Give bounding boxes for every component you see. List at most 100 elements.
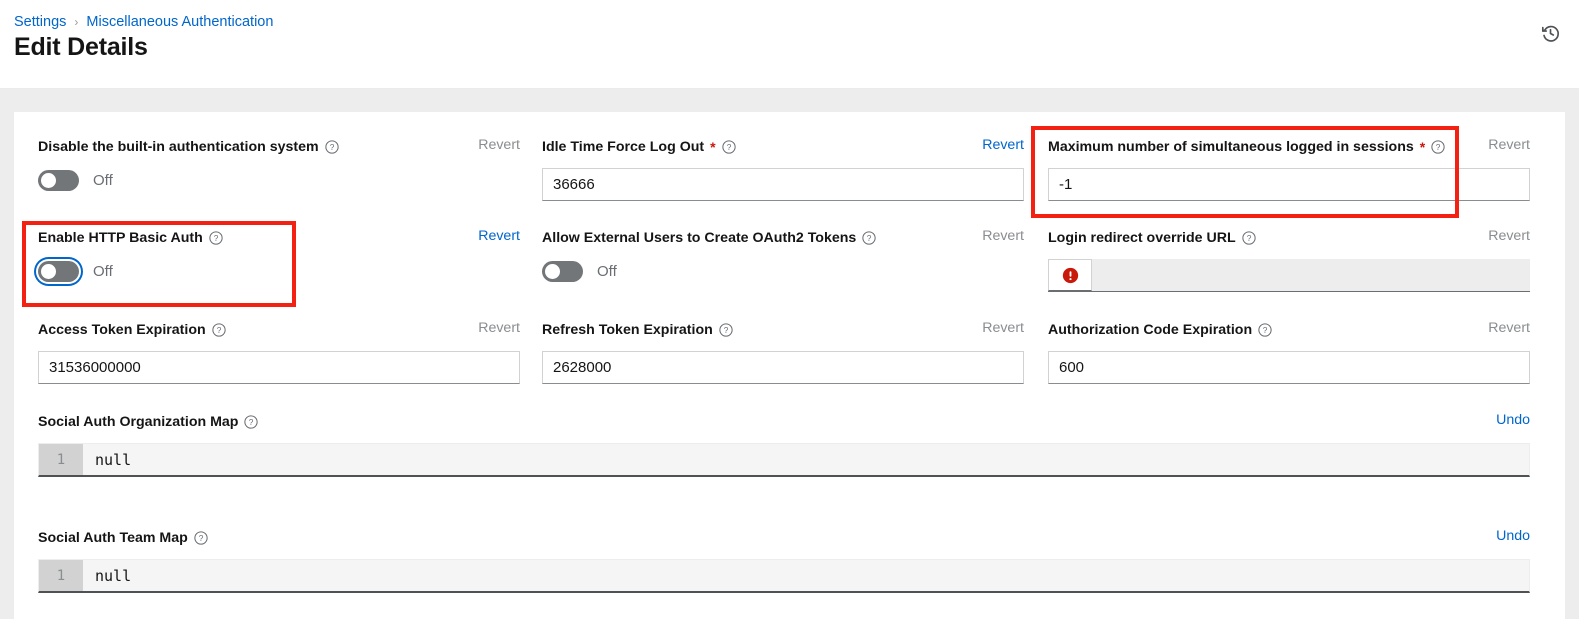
field-label: Allow External Users to Create OAuth2 To… bbox=[542, 229, 857, 246]
svg-text:?: ? bbox=[726, 142, 731, 152]
revert-link-max-simultaneous-sessions: Revert bbox=[1488, 137, 1530, 153]
error-exclamation-icon bbox=[1048, 259, 1092, 291]
field-header: Social Auth Organization Map ? bbox=[38, 412, 1530, 431]
field-label: Login redirect override URL bbox=[1048, 229, 1236, 246]
field-header: Social Auth Team Map ? bbox=[38, 528, 1530, 547]
history-icon[interactable] bbox=[1535, 18, 1565, 48]
svg-text:?: ? bbox=[213, 233, 218, 243]
field-social-auth-team-map: Social Auth Team Map ? Undo 1 null bbox=[38, 528, 1530, 593]
revert-link-login-redirect-override-url: Revert bbox=[1488, 228, 1530, 244]
input-max-simultaneous-sessions[interactable] bbox=[1048, 168, 1530, 201]
revert-link-allow-external-users-oauth2: Revert bbox=[982, 228, 1024, 244]
field-label: Authorization Code Expiration bbox=[1048, 321, 1253, 338]
field-header: Allow External Users to Create OAuth2 To… bbox=[542, 228, 1024, 247]
help-circle-icon[interactable]: ? bbox=[862, 230, 876, 245]
field-header: Authorization Code Expiration ? bbox=[1048, 320, 1530, 339]
revert-link-enable-http-basic-auth[interactable]: Revert bbox=[478, 228, 520, 244]
svg-text:?: ? bbox=[1436, 142, 1441, 152]
undo-link-social-auth-organization-map[interactable]: Undo bbox=[1496, 412, 1530, 428]
code-line-number: 1 bbox=[39, 560, 83, 591]
help-circle-icon[interactable]: ? bbox=[721, 139, 736, 154]
breadcrumb: Settings › Miscellaneous Authentication bbox=[14, 14, 273, 30]
toggle-state-label: Off bbox=[93, 262, 113, 280]
toggle-knob bbox=[41, 172, 56, 188]
svg-text:?: ? bbox=[724, 325, 729, 335]
settings-edit-details-page: Settings › Miscellaneous Authentication … bbox=[0, 0, 1579, 619]
field-login-redirect-override-url: Login redirect override URL ? Revert bbox=[1048, 228, 1530, 292]
page-header: Settings › Miscellaneous Authentication … bbox=[0, 0, 1579, 89]
field-label: Enable HTTP Basic Auth bbox=[38, 229, 203, 246]
field-label: Idle Time Force Log Out bbox=[542, 138, 705, 155]
field-access-token-expiration: Access Token Expiration ? Revert bbox=[38, 320, 520, 384]
input-login-redirect-override-url[interactable] bbox=[1092, 259, 1530, 291]
field-header: Idle Time Force Log Out * ? bbox=[542, 137, 1024, 156]
svg-text:?: ? bbox=[216, 325, 221, 335]
field-allow-external-users-oauth2: Allow External Users to Create OAuth2 To… bbox=[542, 228, 1024, 284]
code-editor-social-auth-team-map[interactable]: 1 null bbox=[38, 559, 1530, 593]
help-circle-icon[interactable]: ? bbox=[194, 530, 208, 545]
field-header: Refresh Token Expiration ? bbox=[542, 320, 1024, 339]
revert-link-authorization-code-expiration: Revert bbox=[1488, 320, 1530, 336]
revert-link-refresh-token-expiration: Revert bbox=[982, 320, 1024, 336]
help-circle-icon[interactable]: ? bbox=[209, 230, 223, 245]
svg-text:?: ? bbox=[867, 233, 872, 243]
revert-link-disable-built-in-auth: Revert bbox=[478, 137, 520, 153]
code-line-number: 1 bbox=[39, 444, 83, 475]
field-refresh-token-expiration: Refresh Token Expiration ? Revert bbox=[542, 320, 1024, 384]
required-indicator: * bbox=[1419, 138, 1426, 155]
toggle-knob bbox=[41, 263, 56, 279]
svg-text:?: ? bbox=[1246, 233, 1251, 243]
page-title: Edit Details bbox=[14, 33, 148, 61]
field-header: Enable HTTP Basic Auth ? bbox=[38, 228, 520, 247]
settings-form-card: Disable the built-in authentication syst… bbox=[14, 112, 1565, 619]
code-editor-content[interactable]: null bbox=[83, 444, 1529, 475]
svg-text:?: ? bbox=[1263, 325, 1268, 335]
toggle-enable-http-basic-auth[interactable] bbox=[38, 260, 79, 282]
code-editor-social-auth-organization-map[interactable]: 1 null bbox=[38, 443, 1530, 477]
field-header: Disable the built-in authentication syst… bbox=[38, 137, 520, 156]
help-circle-icon[interactable]: ? bbox=[719, 322, 733, 337]
input-access-token-expiration[interactable] bbox=[38, 351, 520, 384]
field-social-auth-organization-map: Social Auth Organization Map ? Undo 1 nu… bbox=[38, 412, 1530, 477]
help-circle-icon[interactable]: ? bbox=[1241, 230, 1256, 245]
switch-row: Off bbox=[38, 258, 520, 284]
svg-text:?: ? bbox=[249, 417, 254, 427]
help-circle-icon[interactable]: ? bbox=[212, 322, 226, 337]
field-label: Refresh Token Expiration bbox=[542, 321, 713, 338]
input-idle-time-force-log-out[interactable] bbox=[542, 168, 1024, 201]
field-label: Social Auth Team Map bbox=[38, 529, 188, 546]
field-idle-time-force-log-out: Idle Time Force Log Out * ? Revert bbox=[542, 137, 1024, 201]
undo-link-social-auth-team-map[interactable]: Undo bbox=[1496, 528, 1530, 544]
toggle-knob bbox=[545, 263, 560, 279]
input-wrap-login-redirect-override-url bbox=[1048, 259, 1530, 292]
help-circle-icon[interactable]: ? bbox=[324, 139, 339, 154]
breadcrumb-item-miscellaneous-authentication[interactable]: Miscellaneous Authentication bbox=[86, 14, 273, 30]
field-authorization-code-expiration: Authorization Code Expiration ? Revert bbox=[1048, 320, 1530, 384]
field-label: Social Auth Organization Map bbox=[38, 413, 239, 430]
help-circle-icon[interactable]: ? bbox=[1431, 139, 1445, 154]
field-label: Access Token Expiration bbox=[38, 321, 206, 338]
toggle-state-label: Off bbox=[93, 171, 113, 189]
switch-row: Off bbox=[38, 167, 520, 193]
field-disable-built-in-auth: Disable the built-in authentication syst… bbox=[38, 137, 520, 193]
input-authorization-code-expiration[interactable] bbox=[1048, 351, 1530, 384]
input-refresh-token-expiration[interactable] bbox=[542, 351, 1024, 384]
help-circle-icon[interactable]: ? bbox=[244, 414, 259, 429]
switch-row: Off bbox=[542, 258, 1024, 284]
toggle-disable-built-in-auth[interactable] bbox=[38, 169, 79, 191]
field-header: Access Token Expiration ? bbox=[38, 320, 520, 339]
help-circle-icon[interactable]: ? bbox=[1258, 322, 1272, 337]
revert-link-access-token-expiration: Revert bbox=[478, 320, 520, 336]
svg-text:?: ? bbox=[198, 533, 203, 543]
required-indicator: * bbox=[710, 138, 716, 155]
breadcrumb-item-settings[interactable]: Settings bbox=[14, 14, 66, 30]
field-header: Maximum number of simultaneous logged in… bbox=[1048, 137, 1530, 156]
field-enable-http-basic-auth: Enable HTTP Basic Auth ? Revert Off bbox=[38, 228, 520, 284]
field-label: Maximum number of simultaneous logged in… bbox=[1048, 138, 1414, 155]
toggle-allow-external-users-oauth2[interactable] bbox=[542, 260, 583, 282]
svg-text:?: ? bbox=[329, 142, 334, 152]
field-label: Disable the built-in authentication syst… bbox=[38, 138, 319, 155]
revert-link-idle-time-force-log-out[interactable]: Revert bbox=[982, 137, 1024, 153]
code-editor-content[interactable]: null bbox=[83, 560, 1529, 591]
breadcrumb-separator-icon: › bbox=[74, 15, 79, 29]
